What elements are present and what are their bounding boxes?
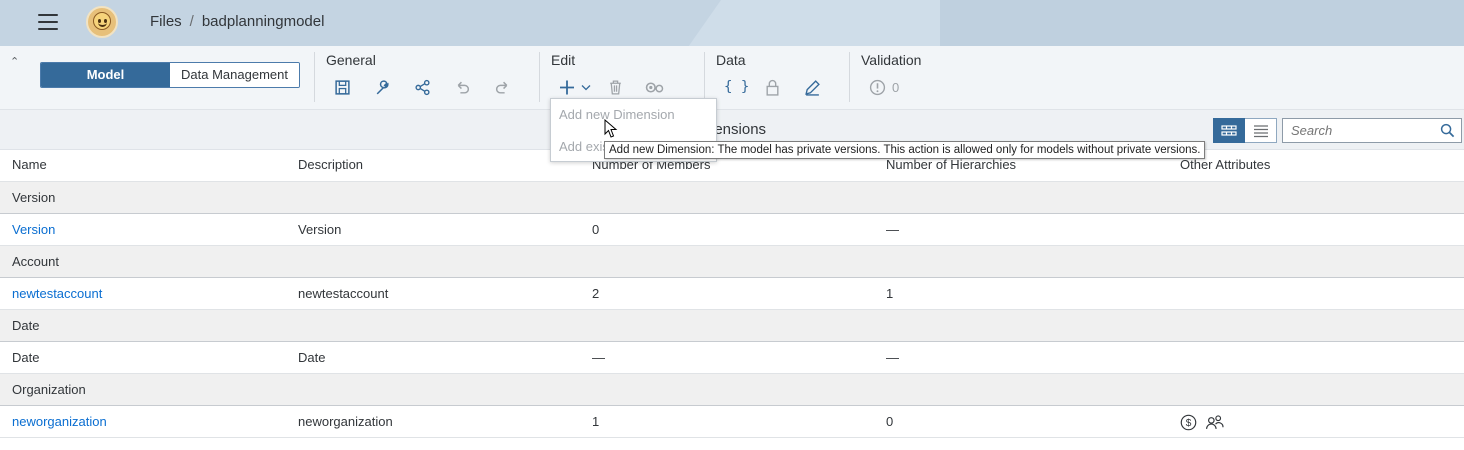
group-label: Account (12, 254, 59, 269)
wrench-icon[interactable] (366, 76, 406, 98)
add-dimension-button[interactable] (551, 76, 599, 98)
hierarchy-count: — (886, 350, 899, 365)
dimension-name-link[interactable]: neworganization (12, 406, 107, 438)
data-title: Data (716, 52, 746, 68)
edit-group: Edit (551, 52, 675, 98)
view-toggle: Model Data Management (40, 62, 300, 88)
table-row[interactable]: neworganization neworganization 1 0 $ (0, 406, 1464, 438)
general-title: General (326, 52, 376, 68)
table-row[interactable]: Date Date — — (0, 342, 1464, 374)
dimensions-table: Name Description Number of Members Numbe… (0, 150, 1464, 438)
search-field (1282, 118, 1462, 143)
menu-icon[interactable] (38, 14, 58, 30)
data-group: Data { } (716, 52, 836, 98)
lock-icon[interactable] (756, 76, 796, 98)
validation-title: Validation (861, 52, 922, 68)
column-description[interactable]: Description (298, 150, 363, 182)
hierarchy-count: 1 (886, 286, 894, 301)
data-management-button[interactable]: Data Management (170, 63, 299, 87)
formula-icon[interactable]: { } (716, 76, 756, 98)
validation-count: 0 (892, 79, 900, 95)
avatar[interactable] (86, 6, 118, 38)
table-row[interactable]: Version Version 0 — (0, 214, 1464, 246)
group-label: Date (12, 318, 40, 333)
search-icon[interactable] (1440, 123, 1455, 138)
dimension-description: Version (298, 222, 342, 237)
redo-icon[interactable] (486, 76, 526, 98)
member-count: 0 (592, 222, 600, 237)
member-count: 2 (592, 286, 600, 301)
svg-text:$: $ (1186, 418, 1192, 429)
dimension-name: Date (12, 350, 40, 365)
hierarchy-count: 0 (886, 414, 894, 429)
group-label: Version (12, 190, 56, 205)
group-row-account: Account (0, 246, 1464, 278)
member-count: 1 (592, 414, 600, 429)
table-row[interactable]: newtestaccount newtestaccount 2 1 (0, 278, 1464, 310)
toolbar: ⌃ Model Data Management General Edit Dat… (0, 46, 1464, 110)
collapse-icon[interactable]: ⌃ (10, 55, 19, 68)
group-row-version: Version (0, 182, 1464, 214)
tooltip: Add new Dimension: The model has private… (604, 141, 1206, 159)
currency-icon: $ (1180, 414, 1197, 430)
undo-icon[interactable] (446, 76, 486, 98)
breadcrumb: Files / badplanningmodel (150, 13, 324, 30)
dimension-name-link[interactable]: Version (12, 214, 55, 246)
column-name[interactable]: Name (12, 150, 47, 182)
group-label: Organization (12, 382, 86, 397)
warning-icon (869, 79, 886, 95)
menu-item-add-new-dimension[interactable]: Add new Dimension (551, 99, 716, 131)
edit-pencil-icon[interactable] (796, 76, 836, 98)
cursor-icon (604, 119, 618, 138)
breadcrumb-model: badplanningmodel (201, 13, 325, 30)
chevron-down-icon (581, 84, 591, 90)
grid-view-icon[interactable] (1213, 118, 1245, 143)
group-row-organization: Organization (0, 374, 1464, 406)
other-attributes: $ (1180, 406, 1224, 438)
general-group: General (326, 52, 526, 98)
share-icon[interactable] (406, 76, 446, 98)
model-button[interactable]: Model (41, 63, 170, 87)
delete-icon[interactable] (599, 76, 635, 98)
dimension-description: Date (298, 350, 326, 365)
view-mode-toggle (1213, 118, 1277, 143)
save-icon[interactable] (326, 76, 366, 98)
validation-group: Validation 0 (861, 52, 921, 98)
responsible-users-icon (1206, 414, 1224, 429)
shell-bar: Files / badplanningmodel (0, 0, 1464, 46)
group-row-date: Date (0, 310, 1464, 342)
dimension-description: neworganization (298, 414, 393, 429)
list-view-icon[interactable] (1245, 118, 1277, 143)
dimension-description: newtestaccount (298, 286, 389, 301)
search-input[interactable] (1283, 119, 1431, 142)
member-count: — (592, 350, 605, 365)
hierarchy-count: — (886, 222, 899, 237)
breadcrumb-files[interactable]: Files (150, 13, 182, 30)
gears-icon[interactable] (635, 76, 675, 98)
breadcrumb-separator: / (189, 13, 194, 30)
validation-status[interactable]: 0 (861, 76, 921, 98)
dimension-name-link[interactable]: newtestaccount (12, 278, 102, 310)
edit-title: Edit (551, 52, 576, 68)
